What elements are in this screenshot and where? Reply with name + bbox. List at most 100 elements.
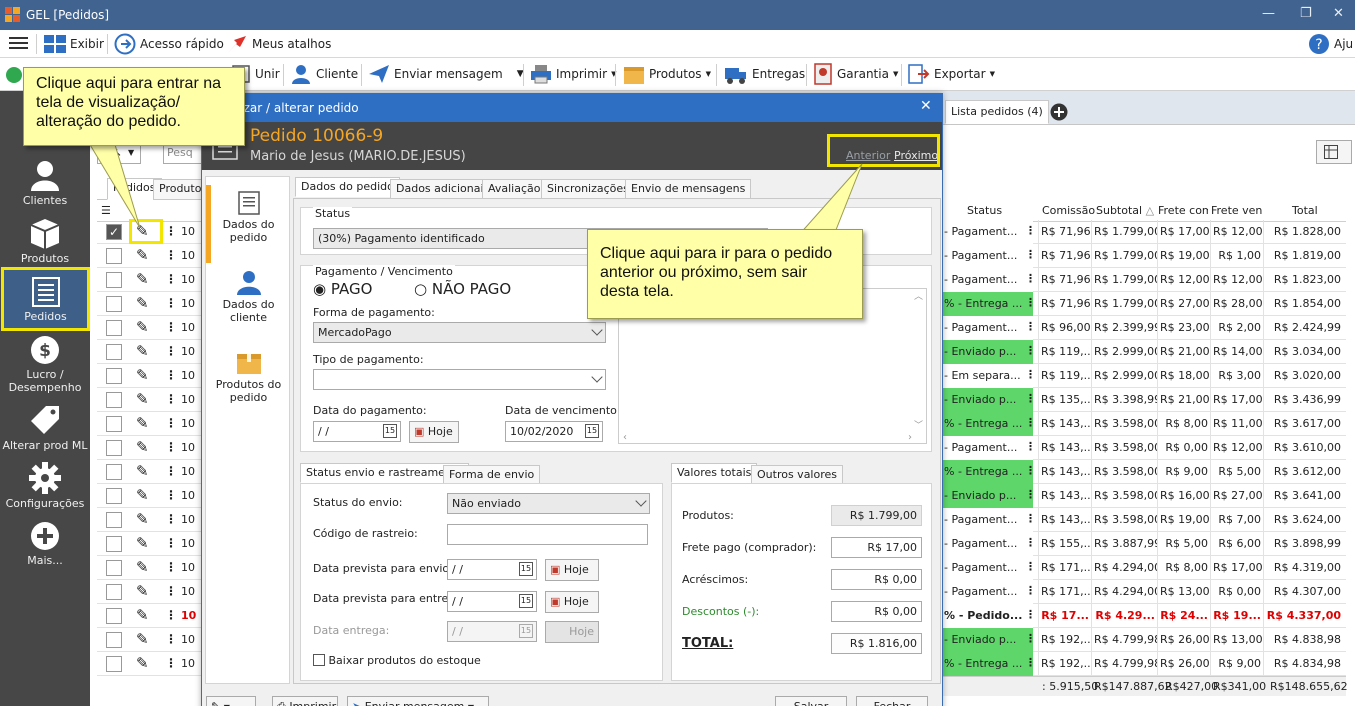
- status-options-icon[interactable]: ⋮: [1025, 392, 1036, 405]
- edit-pencil-icon[interactable]: ✎: [136, 414, 149, 432]
- sidebar-item-pedidos[interactable]: Pedidos: [1, 267, 90, 331]
- checkbox-unchecked-icon[interactable]: [106, 512, 122, 528]
- tab-dados-adicionais[interactable]: Dados adicionais: [390, 179, 496, 199]
- table-row[interactable]: % - Entrega ... ⋮ R$ 71,96 R$ 1.799,00 R$ 27…: [941, 292, 1346, 316]
- status-options-icon[interactable]: ⋮: [1025, 656, 1036, 669]
- status-options-icon[interactable]: ⋮: [1025, 368, 1036, 381]
- checkbox-unchecked-icon[interactable]: [106, 464, 122, 480]
- close-icon[interactable]: ✕: [1333, 6, 1344, 21]
- tab-forma-envio[interactable]: Forma de envio: [443, 465, 541, 485]
- dialog-close-icon[interactable]: ✕: [920, 98, 932, 114]
- table-row[interactable]: - Pagament... ⋮ R$ 96,00 R$ 2.399,99 R$ 23,0…: [941, 316, 1346, 340]
- table-row[interactable]: - Enviado p... ⋮ R$ 192,... R$ 4.799,98 R$ 2…: [941, 628, 1346, 652]
- edit-pencil-icon[interactable]: ✎: [136, 558, 149, 576]
- row-options-icon[interactable]: ⋮: [165, 224, 177, 238]
- status-options-icon[interactable]: ⋮: [1025, 416, 1036, 429]
- side-nav-dados-cliente[interactable]: Dados do cliente: [206, 269, 291, 324]
- exibir-menu[interactable]: Exibir: [44, 35, 104, 53]
- status-options-icon[interactable]: ⋮: [1025, 272, 1036, 285]
- sidebar-item-alterar-prod-ml[interactable]: Alterar prod ML: [0, 404, 90, 454]
- row-options-icon[interactable]: ⋮: [165, 560, 177, 574]
- data-pagamento-input[interactable]: / /15: [313, 421, 401, 442]
- status-envio-select[interactable]: Não enviado: [447, 493, 650, 514]
- data-prev-envio-hoje-button[interactable]: ▣ Hoje: [545, 559, 599, 581]
- status-options-icon[interactable]: ⋮: [1025, 632, 1036, 645]
- table-row[interactable]: ✎ ⋮ 10: [97, 508, 201, 532]
- status-options-icon[interactable]: ⋮: [1025, 536, 1036, 549]
- table-row[interactable]: ✎ ⋮ 10: [97, 460, 201, 484]
- table-row[interactable]: ✎ ⋮ 10: [97, 484, 201, 508]
- table-row[interactable]: - Pagament... ⋮ R$ 155,... R$ 3.887,99 R$ 5,…: [941, 532, 1346, 556]
- row-options-icon[interactable]: ⋮: [165, 512, 177, 526]
- row-options-icon[interactable]: ⋮: [165, 368, 177, 382]
- columns-chooser-button[interactable]: [1316, 140, 1352, 164]
- checkbox-unchecked-icon[interactable]: [106, 536, 122, 552]
- row-options-icon[interactable]: ⋮: [165, 536, 177, 550]
- tab-valores-totais[interactable]: Valores totais: [671, 463, 758, 483]
- meus-atalhos-menu[interactable]: Meus atalhos: [226, 34, 331, 54]
- sidebar-item-mais[interactable]: Mais...: [0, 521, 90, 571]
- status-options-icon[interactable]: ⋮: [1025, 296, 1036, 309]
- tipo-pagamento-select[interactable]: [313, 369, 606, 390]
- table-row[interactable]: ✎ ⋮ 10: [97, 268, 201, 292]
- row-options-icon[interactable]: ⋮: [165, 320, 177, 334]
- checkbox-unchecked-icon[interactable]: [106, 488, 122, 504]
- calendar-icon[interactable]: 15: [519, 562, 533, 576]
- edit-pencil-icon[interactable]: ✎: [136, 294, 149, 312]
- edit-pencil-icon[interactable]: ✎: [136, 318, 149, 336]
- table-row[interactable]: ✎ ⋮ 10: [97, 412, 201, 436]
- table-row[interactable]: - Enviado p... ⋮ R$ 135,... R$ 3.398,99 R$ 2…: [941, 388, 1346, 412]
- table-row[interactable]: ✎ ⋮ 10: [97, 652, 201, 676]
- row-options-icon[interactable]: ⋮: [165, 440, 177, 454]
- col-subtotal[interactable]: Subtotal △: [1096, 204, 1154, 217]
- edit-pencil-icon[interactable]: ✎: [136, 606, 149, 624]
- imprimir-button[interactable]: Imprimir ▼: [530, 63, 616, 85]
- data-prev-entrega-hoje-button[interactable]: ▣ Hoje: [545, 591, 599, 613]
- table-row[interactable]: % - Entrega ... ⋮ R$ 143,... R$ 3.598,00 R$ …: [941, 460, 1346, 484]
- side-nav-produtos-pedido[interactable]: Produtos do pedido: [206, 349, 291, 404]
- status-options-icon[interactable]: ⋮: [1025, 512, 1036, 525]
- maximize-icon[interactable]: ❐: [1300, 6, 1312, 21]
- checkbox-unchecked-icon[interactable]: [106, 632, 122, 648]
- col-status[interactable]: Status: [967, 204, 1002, 217]
- checkbox-unchecked-icon[interactable]: [106, 584, 122, 600]
- col-frete-vend[interactable]: Frete vend: [1211, 204, 1263, 217]
- nao-pago-radio[interactable]: ○ NÃO PAGO: [414, 280, 511, 298]
- row-options-icon[interactable]: ⋮: [165, 416, 177, 430]
- edit-pencil-icon[interactable]: ✎: [136, 438, 149, 456]
- table-row[interactable]: - Pagament... ⋮ R$ 171,... R$ 4.294,00 R$ 13…: [941, 580, 1346, 604]
- table-row[interactable]: % - Entrega ... ⋮ R$ 143,... R$ 3.598,00 R$ …: [941, 412, 1346, 436]
- row-options-icon[interactable]: ⋮: [165, 488, 177, 502]
- checkbox-unchecked-icon[interactable]: [106, 368, 122, 384]
- sidebar-item-configuracoes[interactable]: Configurações: [0, 462, 90, 512]
- cliente-button[interactable]: Cliente: [290, 63, 358, 85]
- acrescimos-input[interactable]: R$ 0,00: [831, 569, 922, 590]
- codigo-rastreio-input[interactable]: [447, 524, 648, 545]
- table-row[interactable]: ✎ ⋮ 10: [97, 556, 201, 580]
- data-vencimento-input[interactable]: 10/02/2020 15: [505, 421, 603, 442]
- table-row[interactable]: - Pagament... ⋮ R$ 171,... R$ 4.294,00 R$ 8,…: [941, 556, 1346, 580]
- table-row[interactable]: ✎ ⋮ 10: [97, 364, 201, 388]
- garantia-button[interactable]: Garantia ▼: [813, 63, 898, 85]
- table-row[interactable]: ✎ ⋮ 10: [97, 292, 201, 316]
- table-row[interactable]: ✎ ⋮ 10: [97, 580, 201, 604]
- status-options-icon[interactable]: ⋮: [1025, 248, 1036, 261]
- edit-pencil-icon[interactable]: ✎: [136, 582, 149, 600]
- status-options-icon[interactable]: ⋮: [1025, 440, 1036, 453]
- status-options-icon[interactable]: ⋮: [1025, 224, 1036, 237]
- data-pagamento-hoje-button[interactable]: ▣ Hoje: [409, 421, 459, 443]
- baixar-estoque-checkbox[interactable]: Baixar produtos do estoque: [313, 654, 481, 667]
- status-options-icon[interactable]: ⋮: [1025, 560, 1036, 573]
- table-row[interactable]: ✎ ⋮ 10: [97, 436, 201, 460]
- tab-dados-pedido[interactable]: Dados do pedido: [295, 177, 400, 197]
- tab-envio-mensagens[interactable]: Envio de mensagens: [625, 179, 752, 199]
- edit-pencil-icon[interactable]: ✎: [136, 486, 149, 504]
- acesso-rapido-menu[interactable]: Acesso rápido: [114, 33, 224, 55]
- checkbox-unchecked-icon[interactable]: [106, 608, 122, 624]
- edit-pencil-icon[interactable]: ✎: [136, 510, 149, 528]
- tab-sincronizacoes[interactable]: Sincronizações: [541, 179, 635, 199]
- table-row[interactable]: - Pagament... ⋮ R$ 143,... R$ 3.598,00 R$ 19…: [941, 508, 1346, 532]
- table-row[interactable]: ✎ ⋮ 10: [97, 388, 201, 412]
- status-options-icon[interactable]: ⋮: [1025, 320, 1036, 333]
- edit-pencil-icon[interactable]: ✎: [136, 342, 149, 360]
